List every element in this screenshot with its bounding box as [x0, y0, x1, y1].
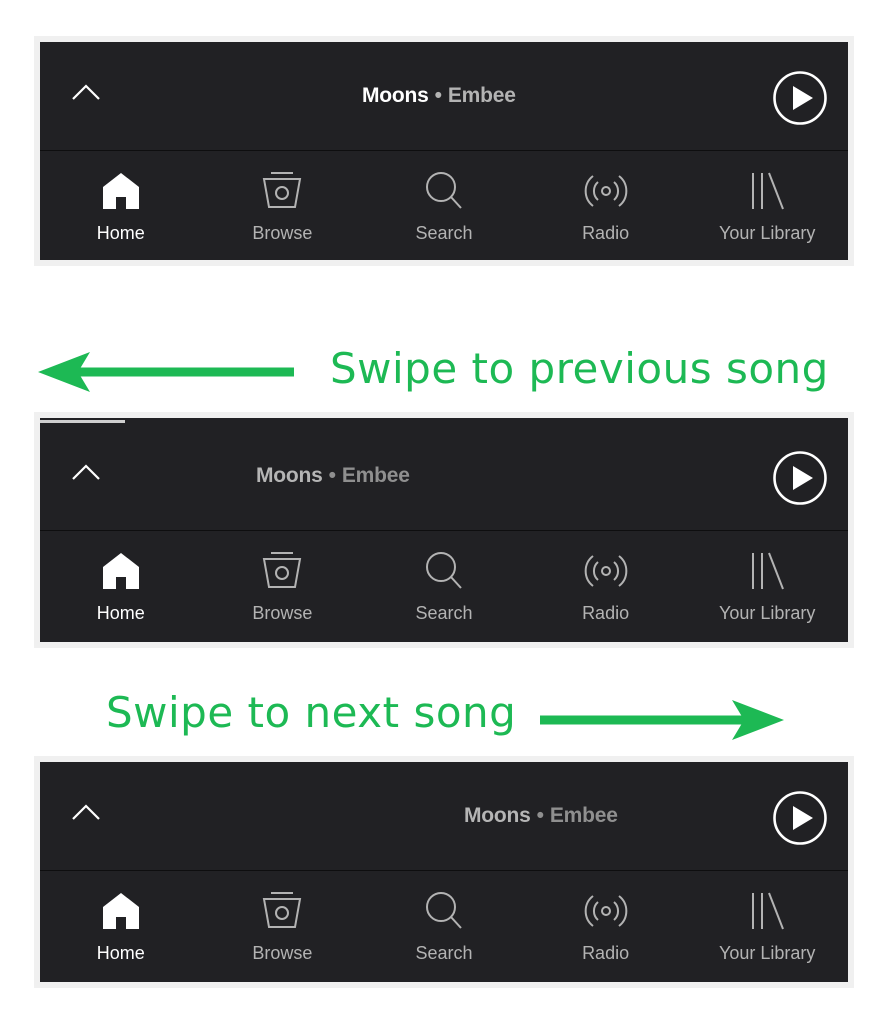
bottom-nav: Home Browse Search Radio Your Library — [40, 531, 848, 642]
library-icon — [752, 892, 785, 930]
player-bar-panel-1: Moons • Embee Home Browse Search Radio Y… — [34, 36, 854, 266]
bottom-nav: Home Browse Search Radio Your Library — [40, 871, 848, 982]
song-title: Moons — [256, 464, 323, 487]
nav-item-home[interactable]: Home — [40, 531, 202, 642]
nav-item-home[interactable]: Home — [40, 871, 202, 982]
nav-item-home[interactable]: Home — [40, 151, 202, 260]
home-icon — [102, 893, 139, 929]
nav-item-radio[interactable]: Radio — [525, 531, 687, 642]
chevron-up-icon[interactable] — [70, 462, 102, 482]
nav-item-search[interactable]: Search — [363, 531, 525, 642]
mini-player[interactable]: Moons • Embee — [40, 422, 848, 531]
nav-label-browse: Browse — [252, 223, 313, 243]
now-playing-track[interactable]: Moons • Embee — [256, 464, 410, 488]
nav-item-search[interactable]: Search — [363, 871, 525, 982]
nav-label-home: Home — [96, 943, 145, 963]
nav-label-browse: Browse — [252, 943, 313, 963]
nav-item-search[interactable]: Search — [363, 151, 525, 260]
player-bar-panel-2: Moons • Embee Home Browse Search Radio Y… — [34, 412, 854, 648]
nav-label-search: Search — [415, 223, 473, 243]
mini-player[interactable]: Moons • Embee — [40, 762, 848, 871]
radio-icon — [584, 175, 627, 207]
radio-icon — [584, 895, 627, 927]
nav-label-browse: Browse — [252, 603, 313, 623]
separator-dot: • — [536, 804, 544, 827]
player-bar: Moons • Embee Home Browse Search Radio Y… — [40, 42, 848, 260]
bottom-nav: Home Browse Search Radio Your Library — [40, 151, 848, 260]
library-icon — [752, 552, 785, 590]
player-bar: Moons • Embee Home Browse Search Radio Y… — [40, 762, 848, 982]
separator-dot: • — [434, 84, 442, 107]
search-icon — [425, 892, 462, 929]
home-icon — [102, 553, 139, 589]
nav-label-home: Home — [96, 603, 145, 623]
now-playing-track[interactable]: Moons • Embee — [362, 84, 516, 108]
browse-icon — [263, 552, 302, 588]
nav-label-radio: Radio — [582, 603, 630, 623]
nav-item-your-library[interactable]: Your Library — [686, 151, 848, 260]
artist-name: Embee — [549, 804, 618, 827]
search-icon — [425, 172, 462, 209]
nav-label-home: Home — [96, 223, 145, 243]
song-title: Moons — [362, 84, 429, 107]
radio-icon — [584, 555, 627, 587]
play-button[interactable] — [772, 790, 828, 846]
arrow-right-icon — [540, 700, 784, 740]
nav-label-your-library: Your Library — [718, 943, 816, 963]
library-icon — [752, 172, 785, 210]
nav-label-search: Search — [415, 603, 473, 623]
now-playing-track[interactable]: Moons • Embee — [464, 804, 618, 828]
browse-icon — [263, 172, 302, 208]
search-icon — [425, 552, 462, 589]
nav-item-browse[interactable]: Browse — [202, 151, 364, 260]
nav-item-your-library[interactable]: Your Library — [686, 531, 848, 642]
play-button[interactable] — [772, 450, 828, 506]
nav-item-your-library[interactable]: Your Library — [686, 871, 848, 982]
home-icon — [102, 173, 139, 209]
player-bar-panel-3: Moons • Embee Home Browse Search Radio Y… — [34, 756, 854, 988]
arrow-left-icon — [38, 352, 294, 392]
separator-dot: • — [328, 464, 336, 487]
play-button[interactable] — [772, 70, 828, 126]
swipe-next-caption: Swipe to next song — [106, 688, 517, 737]
browse-icon — [263, 892, 302, 928]
nav-item-radio[interactable]: Radio — [525, 871, 687, 982]
swipe-previous-caption: Swipe to previous song — [330, 344, 829, 393]
artist-name: Embee — [447, 84, 516, 107]
nav-item-browse[interactable]: Browse — [202, 871, 364, 982]
nav-label-search: Search — [415, 943, 473, 963]
player-bar: Moons • Embee Home Browse Search Radio Y… — [40, 418, 848, 642]
song-title: Moons — [464, 804, 531, 827]
nav-item-radio[interactable]: Radio — [525, 151, 687, 260]
mini-player[interactable]: Moons • Embee — [40, 42, 848, 151]
nav-label-your-library: Your Library — [718, 603, 816, 623]
nav-label-radio: Radio — [582, 943, 630, 963]
chevron-up-icon[interactable] — [70, 82, 102, 102]
artist-name: Embee — [341, 464, 410, 487]
nav-label-your-library: Your Library — [718, 223, 816, 243]
nav-item-browse[interactable]: Browse — [202, 531, 364, 642]
chevron-up-icon[interactable] — [70, 802, 102, 822]
nav-label-radio: Radio — [582, 223, 630, 243]
